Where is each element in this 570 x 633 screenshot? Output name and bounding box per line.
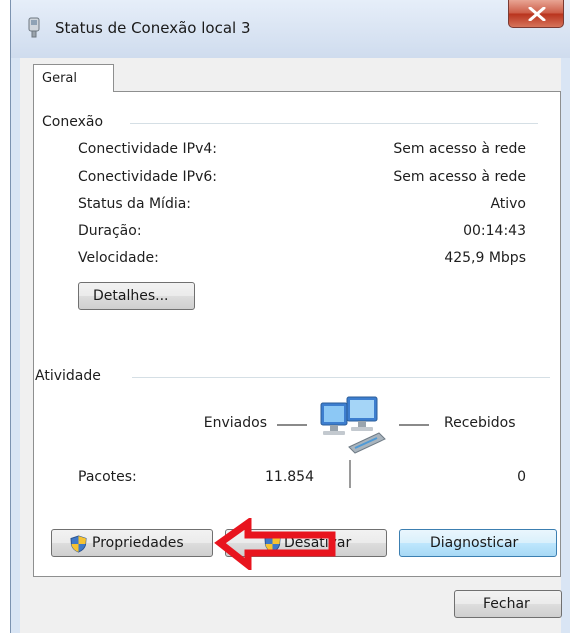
ipv6-value: Sem acesso à rede [393, 169, 526, 185]
network-adapter-icon [27, 17, 41, 39]
media-status-label: Status da Mídia: [78, 196, 192, 212]
tab-label: Geral [42, 71, 77, 86]
close-dialog-button[interactable]: Fechar [454, 590, 562, 618]
sent-label: Enviados [203, 415, 267, 431]
window-title: Status de Conexão local 3 [55, 19, 251, 37]
connection-group-line [130, 123, 538, 124]
details-button-label: Detalhes... [93, 288, 169, 304]
tab-geral[interactable]: Geral [33, 64, 114, 92]
screenshot: Status de Conexão local 3 Geral Conexão … [0, 0, 570, 633]
connection-group-label: Conexão [42, 114, 104, 130]
title-bar[interactable]: Status de Conexão local 3 [11, 0, 570, 58]
packets-received-value: 0 [517, 469, 526, 485]
duration-label: Duração: [78, 223, 142, 239]
diagnose-button-label: Diagnosticar [430, 535, 519, 551]
ipv6-label: Conectividade IPv6: [78, 169, 217, 185]
ipv4-label: Conectividade IPv4: [78, 141, 217, 157]
ipv4-value: Sem acesso à rede [393, 141, 526, 157]
speed-value: 425,9 Mbps [444, 250, 526, 266]
shield-icon [70, 535, 87, 553]
properties-button[interactable]: Propriedades [51, 529, 213, 557]
received-line [399, 424, 429, 426]
packets-divider [349, 460, 351, 488]
close-icon [528, 7, 546, 21]
tab-panel-geral: Conexão Conectividade IPv4: Sem acesso à… [33, 91, 561, 577]
close-dialog-button-label: Fechar [483, 596, 530, 612]
media-status-value: Ativo [490, 196, 526, 212]
red-arrow-icon [214, 518, 336, 570]
close-button[interactable] [508, 0, 564, 28]
network-computers-icon [319, 395, 391, 455]
duration-value: 00:14:43 [463, 223, 526, 239]
activity-group-line [132, 377, 550, 378]
received-label: Recebidos [444, 415, 516, 431]
diagnose-button[interactable]: Diagnosticar [399, 529, 557, 557]
details-button[interactable]: Detalhes... [78, 282, 195, 310]
activity-group-label: Atividade [35, 368, 101, 384]
speed-label: Velocidade: [78, 250, 159, 266]
packets-label: Pacotes: [78, 469, 137, 485]
sent-line [277, 424, 307, 426]
packets-sent-value: 11.854 [265, 469, 314, 485]
properties-button-label: Propriedades [92, 535, 184, 551]
status-dialog: Status de Conexão local 3 Geral Conexão … [10, 0, 570, 633]
